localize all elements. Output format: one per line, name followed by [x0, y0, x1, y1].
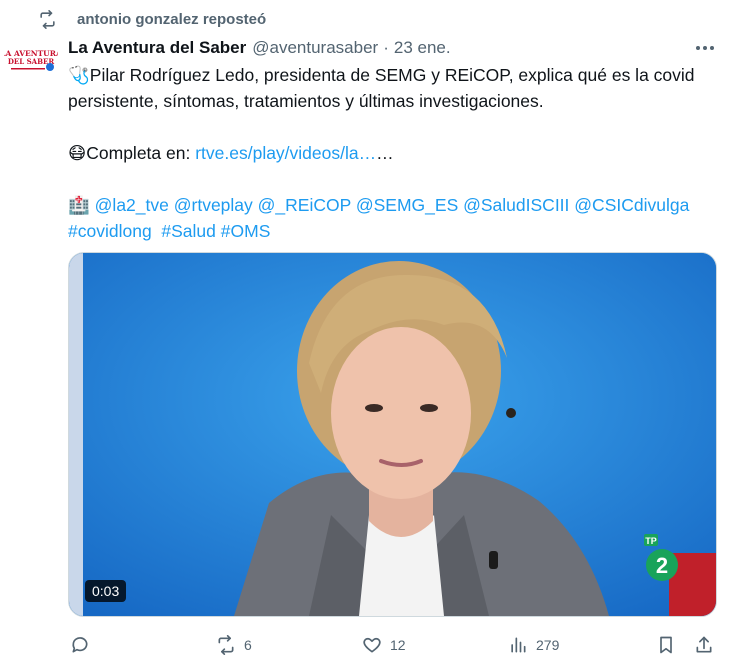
bookmark-icon — [660, 636, 672, 654]
hashtag-covidlong[interactable]: #covidlong — [68, 221, 152, 241]
video-player[interactable]: 0:03 TP 2 — [68, 252, 717, 617]
repost-count: 6 — [244, 637, 252, 653]
link-prefix: Completa en: — [86, 143, 196, 163]
author-name[interactable]: La Aventura del Saber — [68, 38, 246, 58]
tweet-date[interactable]: 23 ene. — [394, 38, 451, 58]
video-timestamp: 0:03 — [85, 580, 127, 602]
repost-icon — [40, 9, 55, 29]
hashtag-salud[interactable]: #Salud — [161, 221, 216, 241]
mention-la2-tve[interactable]: @la2_tve — [95, 195, 169, 215]
mention-saludisciii[interactable]: @SaludISCIII — [463, 195, 569, 215]
share-button[interactable] — [694, 630, 714, 660]
tweet-paragraph-1: 🩺Pilar Rodríguez Ledo, presidenta de SEM… — [68, 62, 708, 114]
tweet-body: Pilar Rodríguez Ledo, presidenta de SEMG… — [68, 65, 695, 111]
svg-text:TP: TP — [645, 536, 657, 546]
bookmark-button[interactable] — [656, 630, 676, 660]
views-count: 279 — [536, 637, 560, 653]
stethoscope-icon: 🩺 — [68, 65, 90, 85]
tweet-header: La Aventura del Saber @aventurasaber · 2… — [68, 36, 720, 60]
reply-icon — [72, 637, 88, 653]
analytics-icon — [511, 637, 526, 653]
tweet-paragraph-2: 😷Completa en: rtve.es/play/videos/la…… — [68, 140, 708, 166]
la2-logo-number: 2 — [656, 553, 668, 578]
link-suffix: … — [376, 143, 394, 163]
hospital-icon: 🏥 — [68, 195, 90, 215]
like-count: 12 — [390, 637, 406, 653]
mention-reicop[interactable]: @_REiCOP — [258, 195, 351, 215]
share-icon — [696, 636, 712, 653]
mention-rtveplay[interactable]: @rtveplay — [174, 195, 253, 215]
views-button[interactable]: 279 — [508, 630, 559, 660]
mention-semg-es[interactable]: @SEMG_ES — [356, 195, 458, 215]
like-button[interactable]: 12 — [362, 630, 406, 660]
heart-icon — [363, 637, 381, 653]
separator-dot: · — [383, 38, 389, 57]
repost-label: antonio gonzalez reposteó — [77, 10, 267, 28]
more-options-button[interactable] — [694, 38, 716, 58]
tweet-text: 🩺Pilar Rodríguez Ledo, presidenta de SEM… — [68, 62, 708, 244]
tweet-paragraph-3: 🏥 @la2_tve @rtveplay @_REiCOP @SEMG_ES @… — [68, 192, 708, 244]
repost-button[interactable]: 6 — [216, 630, 252, 660]
avatar[interactable]: LA AVENTURA DEL SABER — [4, 38, 58, 92]
reply-button[interactable] — [70, 630, 98, 660]
hashtag-oms[interactable]: #OMS — [221, 221, 271, 241]
repost-action-icon — [218, 635, 234, 655]
tweet-actions: 6 12 279 — [68, 630, 718, 660]
la2-channel-logo: TP 2 — [644, 534, 678, 581]
external-link[interactable]: rtve.es/play/videos/la… — [195, 143, 376, 163]
mask-face-icon: 😷 — [68, 143, 87, 163]
repost-indicator[interactable]: antonio gonzalez reposteó — [38, 8, 266, 30]
video-frame — [69, 253, 716, 616]
author-handle[interactable]: @aventurasaber — [252, 38, 378, 58]
mention-csicdivulga[interactable]: @CSICdivulga — [574, 195, 689, 215]
more-icon — [696, 46, 714, 50]
